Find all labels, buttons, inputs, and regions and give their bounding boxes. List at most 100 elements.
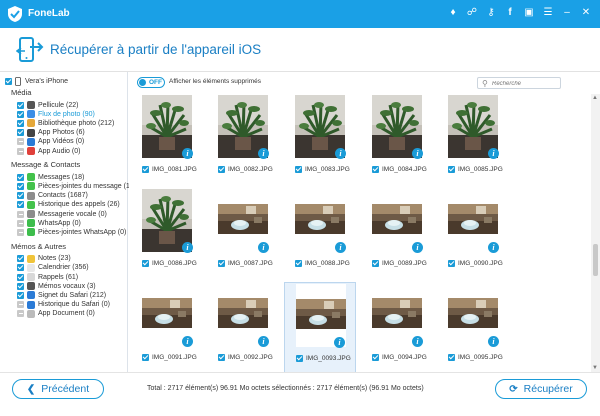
sidebar-item-checkbox[interactable] [17,192,24,200]
sidebar-item-label: WhatsApp (0) [38,219,81,227]
photo-checkbox[interactable] [372,354,379,361]
photo-checkbox[interactable] [448,354,455,361]
sidebar-item-label: App Audio (0) [38,147,81,155]
photo-cell[interactable]: i IMG_0090.JPG [437,188,509,280]
info-icon[interactable]: i [335,242,346,253]
category-heading: Média [11,88,32,97]
sidebar-item-checkbox[interactable] [17,210,24,218]
info-icon[interactable]: i [182,242,193,253]
photo-cell[interactable]: i IMG_0085.JPG [437,94,509,186]
info-icon[interactable]: i [412,336,423,347]
info-icon[interactable]: i [258,242,269,253]
device-row[interactable]: Vera's iPhone [5,76,68,86]
info-icon[interactable]: i [412,242,423,253]
sidebar-item[interactable]: App Audio (0) [17,146,80,156]
sidebar-item-checkbox[interactable] [17,201,24,209]
sidebar-item-label: Pellicule (22) [38,101,79,109]
photo-cell[interactable]: i IMG_0083.JPG [284,94,356,186]
cart-icon[interactable]: ☍ [466,7,478,19]
sidebar-item-checkbox[interactable] [17,273,24,281]
sidebar-item-checkbox[interactable] [17,219,24,227]
sidebar-item-checkbox[interactable] [17,129,24,137]
photo-cell[interactable]: i IMG_0092.JPG [207,282,279,374]
info-icon[interactable]: i [488,242,499,253]
search-icon: ⚲ [482,79,488,88]
device-checkbox[interactable] [5,77,12,85]
info-icon[interactable]: i [488,148,499,159]
photo-checkbox[interactable] [372,260,379,267]
diamond-icon[interactable]: ♦ [447,7,459,19]
sidebar-item-checkbox[interactable] [17,301,24,309]
key-icon[interactable]: ⚷ [485,7,497,19]
photo-checkbox[interactable] [218,166,225,173]
show-deleted-toggle[interactable]: OFF [137,77,165,88]
sidebar-item-checkbox[interactable] [17,110,24,118]
close-icon[interactable]: ✕ [580,7,592,19]
photo-cell[interactable]: i IMG_0082.JPG [207,94,279,186]
sidebar-item-checkbox[interactable] [17,310,24,318]
sidebar-item-checkbox[interactable] [17,119,24,127]
contacts-icon [27,191,35,200]
photo-caption: IMG_0091.JPG [142,354,197,361]
scrollbar-thumb[interactable] [593,244,598,276]
photo-checkbox[interactable] [142,166,149,173]
page-header: Récupérer à partir de l'appareil iOS [0,28,600,72]
photo-checkbox[interactable] [448,260,455,267]
iphone-icon [15,76,21,86]
recover-button[interactable]: ⟳ Récupérer [495,379,587,399]
photo-cell[interactable]: i IMG_0084.JPG [361,94,433,186]
sidebar-item-checkbox[interactable] [17,147,24,155]
facebook-icon[interactable]: f [504,7,516,19]
sidebar-item-checkbox[interactable] [17,182,24,190]
sidebar-item-checkbox[interactable] [17,255,24,263]
info-icon[interactable]: i [335,148,346,159]
photo-checkbox[interactable] [296,355,303,362]
photo-cell[interactable]: i IMG_0081.JPG [131,94,203,186]
sidebar-item-label: Pièces-jointes du message (1) [38,182,133,190]
search-input[interactable] [492,79,558,88]
sidebar-item-checkbox[interactable] [17,173,24,181]
sidebar-item-checkbox[interactable] [17,101,24,109]
photo-checkbox[interactable] [295,166,302,173]
photo-cell[interactable]: i IMG_0088.JPG [284,188,356,280]
grid-scrollbar[interactable]: ▲ ▼ [591,94,600,372]
sidebar-item-checkbox[interactable] [17,138,24,146]
scroll-down-icon[interactable]: ▼ [592,365,598,371]
photo-cell[interactable]: i IMG_0089.JPG [361,188,433,280]
sidebar-item[interactable]: App Document (0) [17,309,95,319]
photo-cell[interactable]: i IMG_0086.JPG [131,188,203,280]
info-icon[interactable]: i [334,337,345,348]
search-box[interactable]: ⚲ [477,77,561,89]
photo-cell[interactable]: i IMG_0091.JPG [131,282,203,374]
info-icon[interactable]: i [258,148,269,159]
photo-cell[interactable]: i IMG_0095.JPG [437,282,509,374]
photo-filename: IMG_0088.JPG [305,260,350,267]
sidebar-item[interactable]: Pièces-jointes WhatsApp (0) [17,227,126,237]
back-button[interactable]: ❮ Précédent [12,379,104,399]
photo-checkbox[interactable] [448,166,455,173]
info-icon[interactable]: i [182,148,193,159]
sidebar-item-checkbox[interactable] [17,228,24,236]
sidebar-item-checkbox[interactable] [17,291,24,299]
photo-checkbox[interactable] [372,166,379,173]
photo-cell[interactable]: i IMG_0094.JPG [361,282,433,374]
photo-cell[interactable]: i IMG_0087.JPG [207,188,279,280]
sidebar-item-checkbox[interactable] [17,264,24,272]
sidebar-item-label: App Photos (6) [38,129,85,137]
info-icon[interactable]: i [412,148,423,159]
photo-checkbox[interactable] [142,260,149,267]
scroll-up-icon[interactable]: ▲ [592,95,598,101]
chat-icon[interactable]: ▣ [523,7,535,19]
photo-checkbox[interactable] [142,354,149,361]
sidebar-item-checkbox[interactable] [17,282,24,290]
minimize-icon[interactable]: – [561,7,573,19]
photo-checkbox[interactable] [218,260,225,267]
info-icon[interactable]: i [258,336,269,347]
whatsapp-attachment-icon [27,228,35,237]
info-icon[interactable]: i [488,336,499,347]
photo-cell[interactable]: i IMG_0093.JPG [284,282,356,374]
photo-checkbox[interactable] [295,260,302,267]
info-icon[interactable]: i [182,336,193,347]
menu-icon[interactable]: ☰ [542,7,554,19]
photo-checkbox[interactable] [218,354,225,361]
